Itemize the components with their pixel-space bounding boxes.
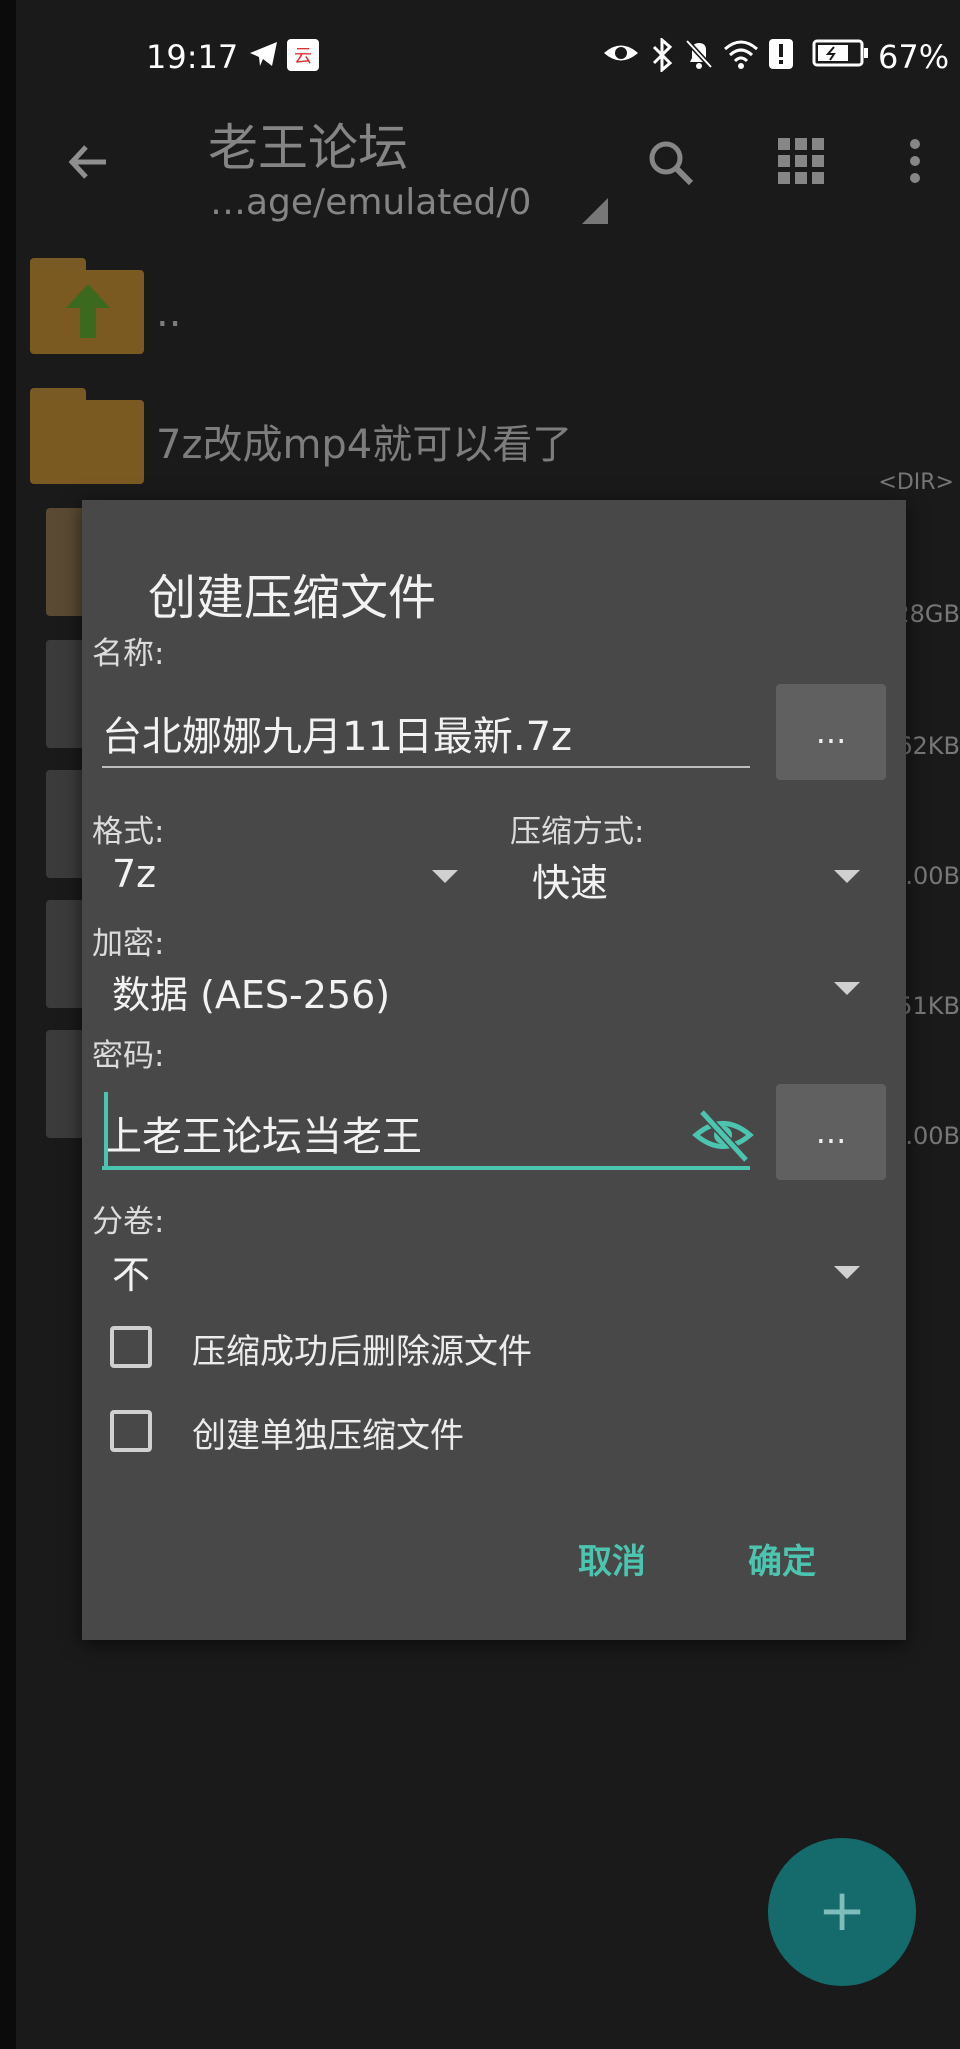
more-vert-icon[interactable]: [908, 138, 922, 194]
list-item-parent[interactable]: ..: [156, 290, 181, 336]
back-arrow-icon[interactable]: [64, 138, 112, 195]
separate-archive-checkbox[interactable]: [110, 1410, 152, 1452]
grid-view-icon[interactable]: [778, 138, 824, 194]
name-label: 名称:: [92, 636, 165, 672]
delete-source-checkbox[interactable]: [110, 1326, 152, 1368]
text-cursor: [104, 1092, 108, 1166]
split-label: 分卷:: [92, 1204, 165, 1240]
dir-tag: <DIR>: [878, 470, 954, 495]
split-select[interactable]: 不: [112, 1244, 150, 1299]
encryption-label: 加密:: [92, 926, 165, 962]
file-size: 62KB: [897, 732, 960, 760]
eye-icon: [602, 38, 640, 76]
app-notification-icon: 云: [286, 38, 320, 80]
ok-button[interactable]: 确定: [748, 1534, 816, 1583]
folder-icon[interactable]: [30, 388, 144, 484]
chevron-down-icon[interactable]: [834, 982, 860, 995]
alert-icon: [768, 38, 794, 78]
cancel-button[interactable]: 取消: [578, 1534, 646, 1583]
search-icon[interactable]: [646, 138, 696, 198]
battery-percent: 67%: [878, 38, 950, 76]
list-item-folder[interactable]: 7z改成mp4就可以看了: [156, 412, 572, 470]
password-field[interactable]: 上老王论坛当老王: [102, 1104, 422, 1162]
name-field[interactable]: 台北娜娜九月11日最新.7z: [102, 704, 572, 762]
separate-archive-label: 创建单独压缩文件: [192, 1416, 464, 1456]
chevron-down-icon[interactable]: [432, 870, 458, 883]
chevron-down-icon[interactable]: [834, 870, 860, 883]
chevron-down-icon[interactable]: [834, 1266, 860, 1279]
add-fab-button[interactable]: +: [768, 1838, 916, 1986]
toolbar-path[interactable]: …age/emulated/0: [210, 182, 531, 223]
file-size: 51KB: [897, 992, 960, 1020]
method-label: 压缩方式:: [510, 814, 645, 850]
status-time: 19:17: [146, 38, 239, 76]
method-select[interactable]: 快速: [532, 852, 608, 907]
delete-source-label: 压缩成功后删除源文件: [192, 1332, 532, 1372]
battery-icon: [812, 38, 870, 76]
create-archive-dialog: 创建压缩文件 名称: 台北娜娜九月11日最新.7z ... 格式: 7z 压缩方…: [82, 500, 906, 1640]
path-dropdown-caret-icon[interactable]: [582, 198, 608, 224]
format-label: 格式:: [92, 814, 165, 850]
format-select[interactable]: 7z: [112, 852, 156, 896]
browse-name-button[interactable]: ...: [776, 684, 886, 780]
password-field-underline: [102, 1166, 750, 1170]
telegram-icon: [248, 38, 280, 78]
password-label: 密码:: [92, 1038, 165, 1074]
dialog-title: 创建压缩文件: [148, 570, 437, 626]
encryption-select[interactable]: 数据 (AES-256): [112, 964, 390, 1019]
app-screen: 19:17 云 67% 老王论坛 …age/emulated/0 .. 7z改成…: [16, 0, 960, 2049]
bluetooth-icon: [650, 36, 674, 80]
wifi-icon: [722, 38, 760, 78]
file-size: .00B: [905, 1122, 960, 1150]
file-size: .00B: [905, 862, 960, 890]
status-bar: 19:17 云 67%: [16, 0, 960, 110]
toolbar-title: 老王论坛: [208, 119, 408, 177]
name-field-underline: [102, 766, 750, 768]
visibility-off-icon[interactable]: [692, 1104, 754, 1166]
bell-muted-icon: [684, 38, 714, 78]
parent-folder-icon[interactable]: [30, 258, 144, 354]
svg-text:云: 云: [294, 46, 312, 67]
password-more-button[interactable]: ...: [776, 1084, 886, 1180]
